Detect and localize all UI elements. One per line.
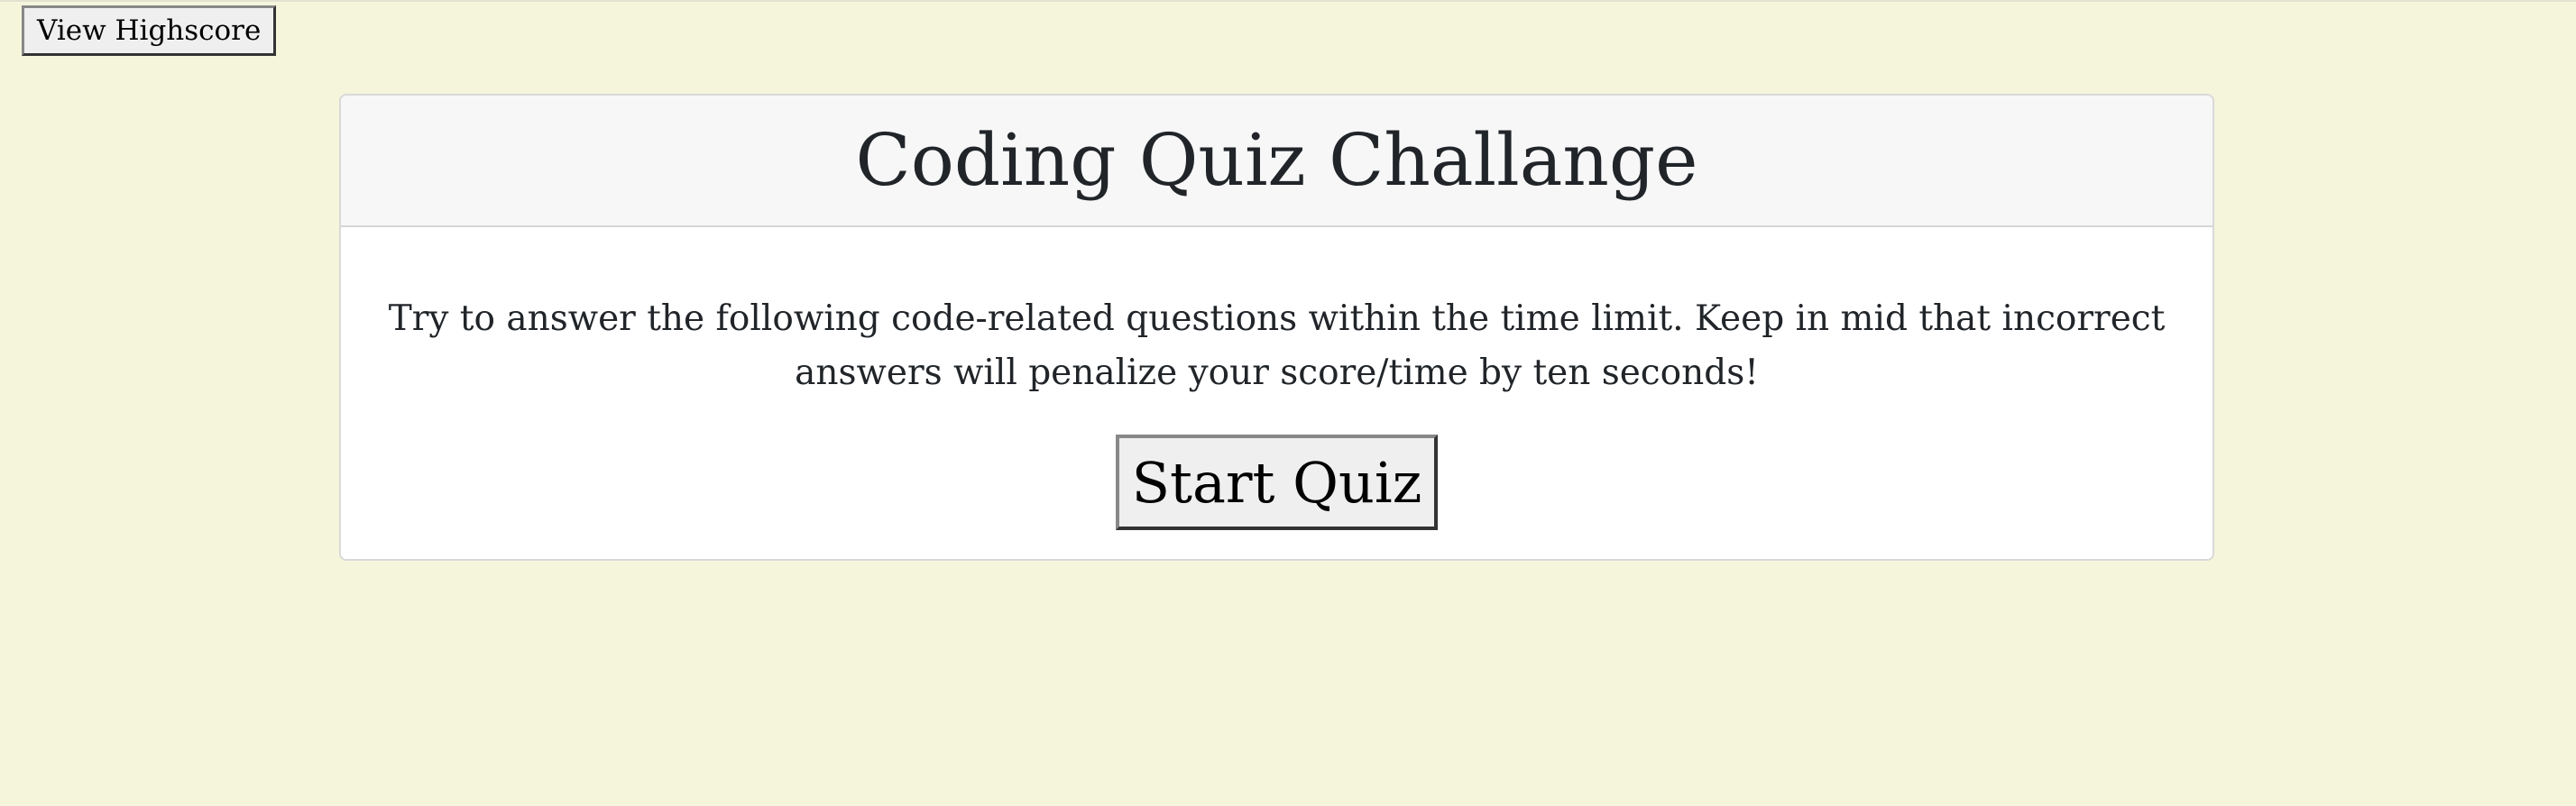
card-header: Coding Quiz Challange (341, 96, 2213, 227)
page-title: Coding Quiz Challange (855, 118, 1698, 202)
view-highscore-button[interactable]: View Highscore (22, 5, 277, 56)
start-quiz-button[interactable]: Start Quiz (1115, 435, 1439, 530)
card-body: Try to answer the following code-related… (341, 227, 2213, 530)
quiz-card: Coding Quiz Challange Try to answer the … (339, 94, 2214, 561)
quiz-instructions: Try to answer the following code-related… (388, 298, 2166, 393)
